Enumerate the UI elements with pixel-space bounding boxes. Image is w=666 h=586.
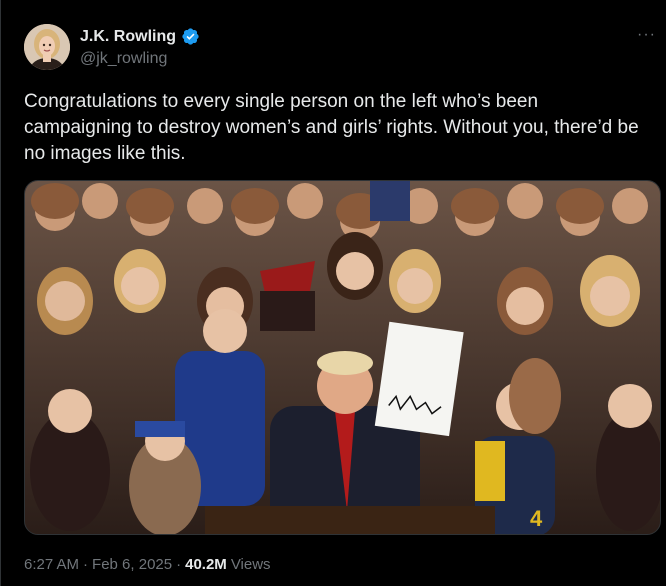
avatar-image [24, 24, 70, 70]
tweet-text: Congratulations to every single person o… [24, 91, 639, 164]
author-name-row: J.K. Rowling [80, 27, 200, 46]
tweet-photo[interactable]: 4 [24, 180, 661, 535]
more-options-button[interactable]: ··· [637, 26, 656, 44]
verified-badge-icon [181, 27, 200, 46]
photo-scene: 4 [25, 181, 660, 534]
meta-separator: · [176, 556, 182, 573]
tweet-time[interactable]: 6:27 AM [24, 556, 79, 573]
views-label: Views [230, 556, 271, 573]
author-display-name[interactable]: J.K. Rowling [80, 28, 176, 46]
svg-text:4: 4 [530, 506, 543, 531]
tweet-post: J.K. Rowling @jk_rowling ··· Congratulat… [0, 0, 666, 586]
views-count[interactable]: 40.2M [185, 556, 227, 573]
tweet-meta: 6:27 AM · Feb 6, 2025 · 40.2M Views [24, 556, 271, 573]
author-handle[interactable]: @jk_rowling [80, 50, 167, 68]
author-avatar[interactable] [24, 24, 70, 70]
tweet-date[interactable]: Feb 6, 2025 [92, 556, 172, 573]
meta-separator: · [83, 556, 89, 573]
